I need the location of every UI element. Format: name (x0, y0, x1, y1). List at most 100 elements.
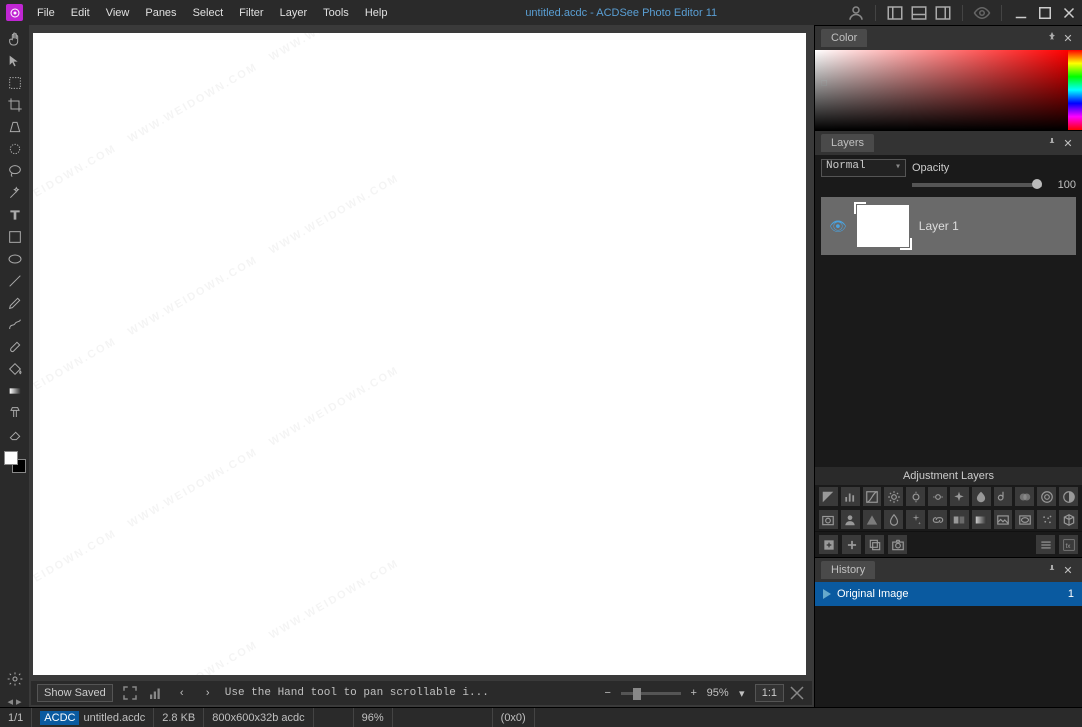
menu-file[interactable]: File (29, 3, 63, 23)
zoom-out-icon[interactable]: − (599, 684, 617, 702)
add-mask-icon[interactable] (819, 535, 838, 554)
color-swatches[interactable] (4, 451, 26, 473)
fit-screen-icon[interactable] (121, 684, 139, 702)
menu-icon[interactable] (1036, 535, 1055, 554)
adj-vibrance-icon[interactable] (928, 487, 947, 506)
adj-3d-icon[interactable] (1059, 510, 1078, 529)
menu-view[interactable]: View (98, 3, 138, 23)
adj-temp-icon[interactable] (994, 487, 1013, 506)
opacity-slider[interactable] (912, 183, 1042, 187)
layout-right-icon[interactable] (934, 4, 952, 22)
layer-row[interactable]: 👁 Layer 1 (821, 197, 1076, 255)
line-tool[interactable] (4, 271, 26, 291)
marquee-select-tool[interactable] (4, 73, 26, 93)
menu-help[interactable]: Help (357, 3, 396, 23)
close-icon[interactable]: ✕ (1060, 32, 1076, 45)
lasso-tool[interactable] (4, 161, 26, 181)
layout-left-icon[interactable] (886, 4, 904, 22)
adj-brightness-icon[interactable] (884, 487, 903, 506)
gradient-tool[interactable] (4, 381, 26, 401)
magic-wand-tool[interactable] (4, 183, 26, 203)
zoom-slider[interactable] (621, 692, 681, 695)
minimize-button[interactable] (1012, 4, 1030, 22)
adj-photo-icon[interactable] (819, 510, 838, 529)
clone-tool[interactable] (4, 403, 26, 423)
eraser-tool[interactable] (4, 425, 26, 445)
hand-tool[interactable] (4, 29, 26, 49)
perspective-tool[interactable] (4, 117, 26, 137)
adj-drop-icon[interactable] (884, 510, 903, 529)
next-arrow-icon[interactable]: › (199, 684, 217, 702)
adj-sparkle-icon[interactable] (906, 510, 925, 529)
show-saved-button[interactable]: Show Saved (37, 684, 113, 702)
curve-tool[interactable] (4, 315, 26, 335)
zoom-dropdown-icon[interactable]: ▾ (733, 684, 751, 702)
menu-filter[interactable]: Filter (231, 3, 271, 23)
adj-clarity-icon[interactable] (950, 487, 969, 506)
adj-contrast-icon[interactable] (1059, 487, 1078, 506)
account-icon[interactable] (847, 4, 865, 22)
adj-tint-icon[interactable] (1015, 487, 1034, 506)
menu-layer[interactable]: Layer (272, 3, 316, 23)
adj-vignette-icon[interactable] (1015, 510, 1034, 529)
settings-gear-icon[interactable] (4, 669, 26, 689)
history-item[interactable]: Original Image 1 (815, 582, 1082, 606)
pin-icon[interactable] (1044, 563, 1060, 578)
crop-tool[interactable] (4, 95, 26, 115)
adj-dehaze-icon[interactable] (972, 487, 991, 506)
color-field[interactable] (815, 50, 1068, 130)
move-tool[interactable] (4, 51, 26, 71)
canvas[interactable]: WWW.WEIDOWN.COM WWW.WEIDOWN.COM WWW.WEID… (33, 33, 806, 675)
adj-link-icon[interactable] (928, 510, 947, 529)
menu-select[interactable]: Select (185, 3, 232, 23)
color-tab[interactable]: Color (821, 29, 867, 47)
history-tab[interactable]: History (821, 561, 875, 579)
visibility-icon[interactable] (973, 4, 991, 22)
ratio-button[interactable]: 1:1 (755, 684, 784, 702)
adj-exposure-icon[interactable] (819, 487, 838, 506)
zoom-in-icon[interactable]: + (685, 684, 703, 702)
fit-icon[interactable] (788, 684, 806, 702)
duplicate-icon[interactable] (865, 535, 884, 554)
adj-flip-icon[interactable] (863, 510, 882, 529)
close-icon[interactable]: ✕ (1060, 564, 1076, 577)
pin-icon[interactable] (1044, 31, 1060, 46)
fill-tool[interactable] (4, 359, 26, 379)
pin-icon[interactable] (1044, 136, 1060, 151)
maximize-button[interactable] (1036, 4, 1054, 22)
adj-light-eq-icon[interactable] (906, 487, 925, 506)
brush-tool[interactable] (4, 337, 26, 357)
expand-toolbar-icon[interactable]: ◂ ▸ (4, 695, 26, 707)
text-tool[interactable] (4, 205, 26, 225)
close-icon[interactable]: ✕ (1060, 137, 1076, 150)
layout-bottom-icon[interactable] (910, 4, 928, 22)
menu-edit[interactable]: Edit (63, 3, 98, 23)
adj-split-tone-icon[interactable] (950, 510, 969, 529)
ellipse-tool[interactable] (4, 249, 26, 269)
polygon-select-tool[interactable] (4, 139, 26, 159)
close-button[interactable] (1060, 4, 1078, 22)
adj-person-icon[interactable] (841, 510, 860, 529)
layer-thumbnail[interactable] (857, 205, 909, 247)
adj-gradient-icon[interactable] (972, 510, 991, 529)
add-layer-icon[interactable] (842, 535, 861, 554)
app-logo (6, 4, 23, 21)
prev-arrow-icon[interactable]: ‹ (173, 684, 191, 702)
pencil-tool[interactable] (4, 293, 26, 313)
hue-slider[interactable] (1068, 50, 1082, 130)
fx-icon[interactable]: fx (1059, 535, 1078, 554)
foreground-color[interactable] (4, 451, 18, 465)
blend-mode-select[interactable]: Normal (821, 159, 906, 177)
adj-levels-icon[interactable] (841, 487, 860, 506)
adj-color-balance-icon[interactable] (1037, 487, 1056, 506)
menu-panes[interactable]: Panes (137, 3, 184, 23)
shapes-tool[interactable] (4, 227, 26, 247)
camera-icon[interactable] (888, 535, 907, 554)
adj-grain-icon[interactable] (1037, 510, 1056, 529)
adj-curves-icon[interactable] (863, 487, 882, 506)
histogram-icon[interactable] (147, 684, 165, 702)
visibility-eye-icon[interactable]: 👁 (829, 218, 847, 235)
adj-image-icon[interactable] (994, 510, 1013, 529)
menu-tools[interactable]: Tools (315, 3, 357, 23)
layers-tab[interactable]: Layers (821, 134, 874, 152)
